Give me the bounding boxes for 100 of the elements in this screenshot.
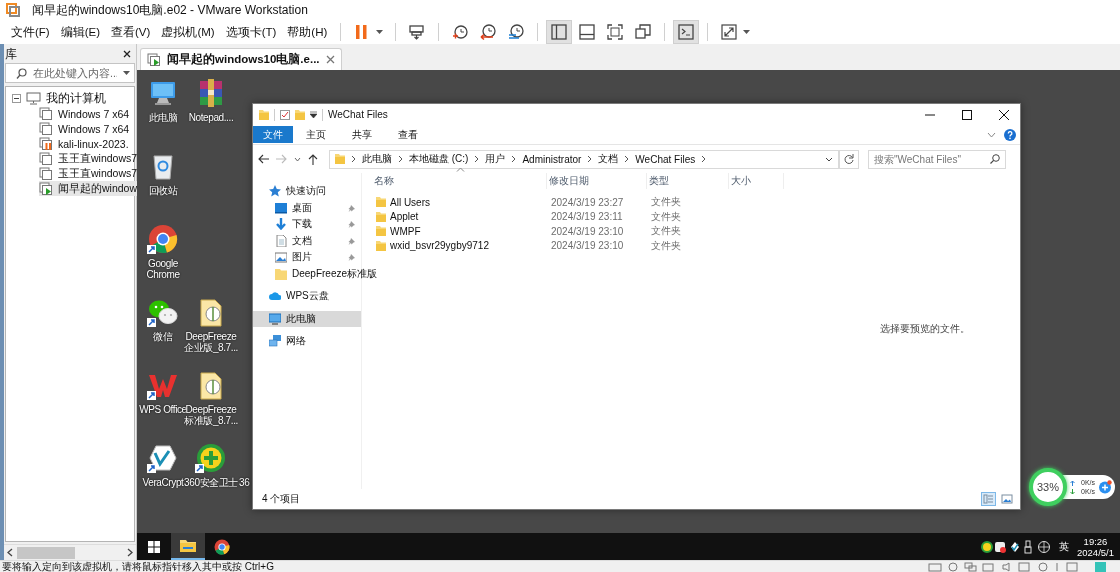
window-title: 闻早起的windows10电脑.e02 - VMware Workstation bbox=[32, 1, 308, 19]
tray-icons-drawing[interactable] bbox=[981, 539, 1051, 554]
start-icon[interactable] bbox=[148, 540, 160, 553]
table-cell-text: 文件夹 bbox=[650, 195, 682, 210]
search-icon bbox=[16, 67, 27, 79]
menu-item[interactable]: 查看(V) bbox=[106, 24, 156, 40]
file-name[interactable]: WMPF bbox=[372, 225, 547, 237]
usage-gauge: 33% bbox=[1029, 468, 1067, 506]
nav-item[interactable]: WPS云盘 bbox=[253, 288, 361, 305]
file-name[interactable]: wxid_bsvr29ygby9712 bbox=[372, 240, 547, 252]
address-bar[interactable]: 此电脑 本地磁盘 (C:) 用户 Administrator 文档 WeChat Files bbox=[329, 149, 839, 169]
panel-layout-icon bbox=[578, 23, 597, 41]
file-name[interactable]: Applet bbox=[372, 211, 547, 223]
console-view-button[interactable] bbox=[674, 21, 699, 43]
menu-item[interactable]: 虚拟机(M) bbox=[156, 24, 220, 40]
desktop-shortcut[interactable]: 此电脑 bbox=[139, 77, 187, 150]
download-arrow-icon bbox=[275, 218, 287, 231]
desktop-shortcut[interactable]: Notepad.... bbox=[187, 77, 235, 150]
folder-icon bbox=[180, 537, 196, 554]
column-header[interactable]: 名称 bbox=[372, 173, 547, 189]
tree-item[interactable]: kali-linux-2023. bbox=[39, 136, 131, 151]
menu-item[interactable]: 选项卡(T) bbox=[220, 24, 282, 40]
maximize-icon[interactable] bbox=[962, 109, 972, 120]
up-icon[interactable] bbox=[308, 153, 318, 165]
nav-item[interactable]: 文档 bbox=[253, 232, 361, 249]
status-message: 要将输入定向到该虚拟机，请将鼠标指针移入其中或按 Ctrl+G bbox=[2, 561, 274, 572]
search-field[interactable]: 在此处键入内容... bbox=[5, 63, 135, 83]
help-icon[interactable] bbox=[1004, 128, 1016, 141]
desktop-shortcut[interactable]: 回收站 bbox=[139, 150, 187, 223]
library-view-button[interactable] bbox=[547, 21, 572, 43]
close-icon[interactable] bbox=[999, 109, 1009, 120]
table-cell-text: 文件夹 bbox=[650, 238, 682, 253]
large-buttons-view-icon[interactable] bbox=[999, 492, 1014, 506]
window-title: WeChat Files bbox=[328, 109, 388, 120]
resize-icon bbox=[720, 23, 739, 41]
ribbon-tab[interactable]: 共享 bbox=[339, 126, 385, 143]
folder-icon bbox=[376, 240, 386, 251]
desktop-icon bbox=[275, 201, 287, 214]
table-cell-text: 2024/3/19 23:11 bbox=[550, 211, 624, 223]
ribbon-tab[interactable]: 主页 bbox=[293, 126, 339, 143]
pane-title: 库 bbox=[5, 46, 17, 62]
table-cell-text: 2024/3/19 23:10 bbox=[550, 225, 625, 237]
desktop-shortcut[interactable]: 36 bbox=[239, 477, 250, 488]
breadcrumb-separator-icon bbox=[701, 155, 707, 163]
computer-icon bbox=[26, 92, 41, 105]
fullscreen-icon bbox=[606, 23, 625, 41]
nav-item[interactable]: 图片 bbox=[253, 249, 361, 266]
tree-item[interactable]: 玉王直windows7 bbox=[39, 166, 140, 181]
nav-item[interactable]: 下载 bbox=[253, 216, 361, 233]
horizontal-scrollbar[interactable] bbox=[4, 544, 136, 560]
tree-item[interactable]: 闻早起的window bbox=[39, 181, 140, 196]
breadcrumb-separator-icon bbox=[587, 155, 593, 163]
column-header[interactable]: 修改日期 bbox=[547, 173, 647, 189]
tree-item[interactable]: 玉王直windows7 bbox=[39, 151, 140, 166]
ribbon-tab[interactable]: 文件 bbox=[253, 126, 293, 143]
nav-item[interactable]: DeepFreeze标准版 bbox=[253, 265, 380, 282]
tree-item[interactable]: Windows 7 x64 bbox=[39, 121, 132, 136]
menu-item[interactable]: 编辑(E) bbox=[55, 24, 106, 40]
monitor-arrow-icon bbox=[408, 23, 427, 41]
breadcrumb-separator-icon bbox=[624, 155, 630, 163]
file-name[interactable]: All Users bbox=[372, 196, 547, 208]
taskbar-app[interactable] bbox=[171, 533, 205, 560]
input-method-indicator[interactable]: 英 bbox=[1059, 539, 1069, 554]
nav-item[interactable]: 快速访问 bbox=[253, 183, 361, 200]
sidebar-layout-icon bbox=[550, 23, 569, 41]
computer-icon bbox=[269, 312, 281, 325]
tab[interactable]: 闻早起的windows10电脑.e... bbox=[140, 48, 342, 70]
back-icon[interactable] bbox=[258, 154, 269, 164]
tree-item[interactable]: Windows 7 x64 bbox=[39, 106, 132, 121]
ribbon-tab[interactable]: 查看 bbox=[385, 126, 431, 143]
folder-icon bbox=[259, 109, 269, 120]
picture-icon bbox=[275, 251, 287, 264]
nav-item[interactable]: 桌面 bbox=[253, 199, 361, 216]
menu-item[interactable]: 文件(F) bbox=[6, 24, 55, 40]
refresh-button[interactable] bbox=[839, 149, 859, 169]
refresh-icon bbox=[844, 154, 854, 164]
customize-caret-icon bbox=[310, 111, 317, 118]
recent-caret-icon[interactable] bbox=[294, 156, 301, 162]
search-field[interactable]: 搜索"WeChat Files" bbox=[868, 149, 1006, 169]
overlapping-squares-icon bbox=[634, 23, 653, 41]
details-view-icon bbox=[982, 493, 995, 505]
clock-icon bbox=[507, 23, 526, 41]
nav-item[interactable]: 此电脑 bbox=[253, 310, 361, 327]
nav-item[interactable]: 网络 bbox=[253, 333, 361, 350]
dropdown-caret-icon bbox=[743, 30, 751, 34]
upload-arrow-icon bbox=[1070, 479, 1075, 486]
breadcrumb-separator-icon bbox=[398, 155, 403, 163]
add-circle-icon[interactable] bbox=[1098, 480, 1112, 494]
column-header[interactable]: 类型 bbox=[647, 173, 729, 189]
dropdown-caret-icon bbox=[825, 156, 833, 162]
folder-icon bbox=[275, 267, 287, 280]
desktop-shortcut[interactable]: Google Chrome bbox=[139, 223, 187, 296]
search-icon bbox=[990, 154, 1000, 164]
menu-item[interactable]: 帮助(H) bbox=[282, 24, 333, 40]
table-cell-text: 文件夹 bbox=[650, 209, 682, 224]
expand-ribbon-icon[interactable] bbox=[987, 131, 996, 138]
tree-item[interactable]: 我的计算机 bbox=[6, 91, 106, 106]
column-header[interactable]: 大小 bbox=[729, 173, 784, 189]
checklist-icon bbox=[280, 109, 290, 120]
folder-icon bbox=[376, 211, 386, 222]
